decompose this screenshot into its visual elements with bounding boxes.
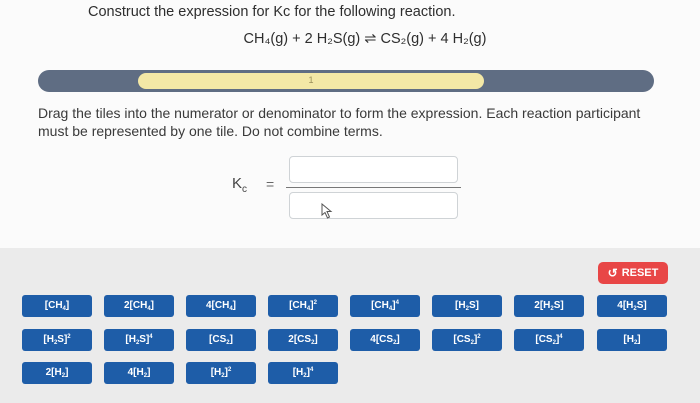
progress-fill: 1 [138,73,484,89]
tile-label: [CH4] [44,300,70,312]
tile[interactable]: 2[CS2] [268,329,338,351]
tile-label: [H2S] [455,300,479,312]
tile-label: [CS2] [209,334,233,346]
fraction-bar [286,186,461,188]
tile-label: 2[CH4] [123,300,155,312]
product-h2: 4 H₂(g) [440,31,487,47]
tile-label: 4[H2S] [617,300,647,312]
tile-label: [H2]2 [210,367,232,379]
tile-label: [CH4]4 [371,300,399,312]
tile-label: [H2]4 [292,367,314,379]
plus-sign: + [292,31,301,47]
tile-label: [CH4]2 [289,300,317,312]
tile-label: 4[H2] [127,367,151,379]
tile-label: 2[CS2] [288,334,318,346]
tile-label: [H2S]2 [43,334,71,346]
tile[interactable]: 4[H2] [104,362,174,384]
tile[interactable]: [CS2]4 [514,329,584,351]
tile[interactable]: 2[H2] [22,362,92,384]
tile[interactable]: [H2]4 [268,362,338,384]
tile[interactable]: [CS2]2 [432,329,502,351]
progress-bar: 1 [38,70,654,92]
tile-label: [CS2]2 [453,334,481,346]
plus-sign: + [428,31,437,47]
pointer-cursor-icon [321,203,333,219]
tile[interactable]: [H2]2 [186,362,256,384]
tile-label: 4[CS2] [370,334,400,346]
equilibrium-arrow-icon: ⇌ [364,31,377,47]
tile[interactable]: 4[H2S] [597,295,667,317]
kc-label: Kc [232,175,248,195]
tile[interactable]: [H2S]2 [22,329,92,351]
equals-sign: = [266,176,275,192]
denominator-drop-zone[interactable] [289,192,458,219]
tile[interactable]: [CH4]2 [268,295,338,317]
tile-label: [CS2]4 [535,334,563,346]
tile[interactable]: 4[CH4] [186,295,256,317]
tile[interactable]: [H2] [597,329,667,351]
tile[interactable]: 4[CS2] [350,329,420,351]
tile[interactable]: [H2S] [432,295,502,317]
reset-label: RESET [621,267,659,279]
tile-label: 2[H2] [45,367,69,379]
tile[interactable]: 2[H2S] [514,295,584,317]
tile[interactable]: [H2S]4 [104,329,174,351]
reset-button[interactable]: ↺ RESET [598,262,668,284]
reactant-h2s: 2 H₂S(g) [304,31,361,47]
numerator-drop-zone[interactable] [289,156,458,183]
tile-label: [H2] [623,334,641,346]
product-cs2: CS₂(g) [380,31,424,47]
tile[interactable]: 2[CH4] [104,295,174,317]
instructions-text: Drag the tiles into the numerator or den… [38,105,641,139]
tile[interactable]: [CS2] [186,329,256,351]
progress-label: 1 [308,75,314,85]
reaction-equation: CH₄(g) + 2 H₂S(g) ⇌ CS₂(g) + 4 H₂(g) [0,31,700,47]
question-text: Construct the expression for Kc for the … [88,4,456,20]
reactant-ch4: CH₄(g) [243,31,289,47]
undo-icon: ↺ [607,266,618,280]
tile-label: [H2S]4 [125,334,153,346]
tile-label: 2[H2S] [534,300,564,312]
tile[interactable]: [CH4]4 [350,295,420,317]
tile-label: 4[CH4] [205,300,237,312]
tile[interactable]: [CH4] [22,295,92,317]
